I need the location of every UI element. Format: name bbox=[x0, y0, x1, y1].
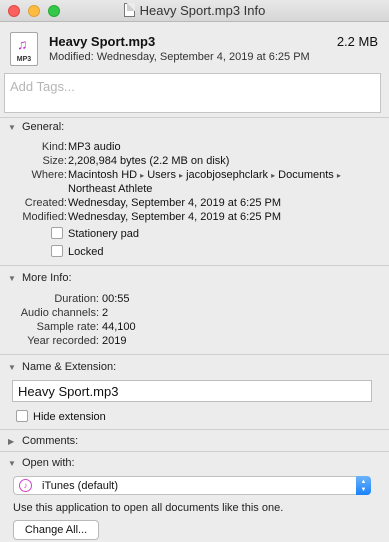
disclosure-expanded-icon[interactable]: ▼ bbox=[8, 123, 17, 132]
tags-field[interactable] bbox=[4, 73, 381, 113]
path-separator-icon: ▸ bbox=[140, 171, 145, 180]
locked-label[interactable]: Locked bbox=[68, 246, 103, 258]
path-segment[interactable]: Users bbox=[147, 169, 176, 181]
section-general-title: General: bbox=[22, 121, 65, 133]
divider bbox=[0, 117, 389, 118]
tags-input[interactable] bbox=[5, 74, 380, 99]
divider bbox=[0, 451, 389, 452]
where-path: Macintosh HD ▸ Users ▸ jacobjosephclark … bbox=[68, 169, 341, 181]
locked-checkbox[interactable] bbox=[51, 245, 63, 257]
modified-summary: Modified: Wednesday, September 4, 2019 a… bbox=[49, 51, 310, 63]
path-separator-icon: ▸ bbox=[179, 171, 184, 180]
section-name-extension-toggle[interactable]: ▼ Name & Extension: bbox=[8, 361, 116, 373]
file-name-input[interactable]: Heavy Sport.mp3 bbox=[12, 380, 372, 402]
disclosure-expanded-icon[interactable]: ▼ bbox=[8, 363, 17, 372]
stationery-pad-label[interactable]: Stationery pad bbox=[68, 228, 139, 240]
hide-extension-label[interactable]: Hide extension bbox=[33, 411, 106, 423]
disclosure-expanded-icon[interactable]: ▼ bbox=[8, 274, 17, 283]
divider bbox=[0, 354, 389, 355]
window-title: Heavy Sport.mp3 Info bbox=[0, 3, 389, 18]
section-comments-title: Comments: bbox=[22, 435, 79, 447]
section-comments-toggle[interactable]: ▶ Comments: bbox=[8, 435, 78, 447]
size-label: Size: bbox=[42, 155, 67, 167]
open-with-hint: Use this application to open all documen… bbox=[13, 502, 284, 514]
title-bar[interactable]: Heavy Sport.mp3 Info bbox=[0, 0, 389, 22]
where-label: Where: bbox=[31, 169, 67, 181]
file-size: 2.2 MB bbox=[336, 34, 378, 49]
created-value: Wednesday, September 4, 2019 at 6:25 PM bbox=[68, 197, 282, 209]
sample-rate-value: 44,100 bbox=[102, 321, 136, 333]
path-segment[interactable]: jacobjosephclark bbox=[186, 169, 268, 181]
audio-channels-label: Audio channels: bbox=[20, 307, 99, 319]
kind-label: Kind: bbox=[41, 141, 67, 153]
created-label: Created: bbox=[24, 197, 67, 209]
year-recorded-value: 2019 bbox=[102, 335, 127, 347]
change-all-button[interactable]: Change All... bbox=[13, 520, 99, 540]
path-separator-icon: ▸ bbox=[336, 171, 341, 180]
open-with-selected-app: iTunes (default) bbox=[42, 480, 119, 492]
duration-label: Duration: bbox=[54, 293, 99, 305]
file-name: Heavy Sport.mp3 bbox=[49, 34, 156, 49]
document-icon bbox=[123, 3, 135, 17]
music-note-icon: ♫ bbox=[17, 36, 28, 52]
divider bbox=[0, 265, 389, 266]
chevron-up-down-icon[interactable]: ▲ ▼ bbox=[356, 476, 371, 495]
year-recorded-label: Year recorded: bbox=[27, 335, 99, 347]
duration-value: 00:55 bbox=[102, 293, 130, 305]
disclosure-expanded-icon[interactable]: ▼ bbox=[8, 459, 17, 468]
section-more-info-toggle[interactable]: ▼ More Info: bbox=[8, 272, 72, 284]
path-separator-icon: ▸ bbox=[271, 171, 276, 180]
kind-value: MP3 audio bbox=[68, 141, 121, 153]
section-more-info-title: More Info: bbox=[22, 272, 72, 284]
size-value: 2,208,984 bytes (2.2 MB on disk) bbox=[68, 155, 230, 167]
section-general-toggle[interactable]: ▼ General: bbox=[8, 121, 64, 133]
path-segment[interactable]: Macintosh HD bbox=[68, 169, 137, 181]
modified-label: Modified: bbox=[22, 211, 67, 223]
section-name-extension-title: Name & Extension: bbox=[22, 361, 117, 373]
sample-rate-label: Sample rate: bbox=[36, 321, 99, 333]
window-title-text: Heavy Sport.mp3 Info bbox=[139, 3, 266, 18]
mp3-file-icon: ♫ MP3 bbox=[10, 32, 38, 66]
open-with-select[interactable]: ♪ iTunes (default) ▲ ▼ bbox=[13, 476, 371, 495]
divider bbox=[0, 429, 389, 430]
where-path-last[interactable]: Northeast Athlete bbox=[68, 183, 152, 195]
audio-channels-value: 2 bbox=[102, 307, 109, 319]
path-segment[interactable]: Documents bbox=[278, 169, 334, 181]
section-open-with-title: Open with: bbox=[22, 457, 75, 469]
disclosure-collapsed-icon[interactable]: ▶ bbox=[8, 437, 17, 446]
modified-value: Wednesday, September 4, 2019 at 6:25 PM bbox=[68, 211, 282, 223]
itunes-icon: ♪ bbox=[19, 479, 32, 492]
file-icon-ext: MP3 bbox=[16, 56, 32, 63]
section-open-with-toggle[interactable]: ▼ Open with: bbox=[8, 457, 75, 469]
stationery-pad-checkbox[interactable] bbox=[51, 227, 63, 239]
hide-extension-checkbox[interactable] bbox=[16, 410, 28, 422]
